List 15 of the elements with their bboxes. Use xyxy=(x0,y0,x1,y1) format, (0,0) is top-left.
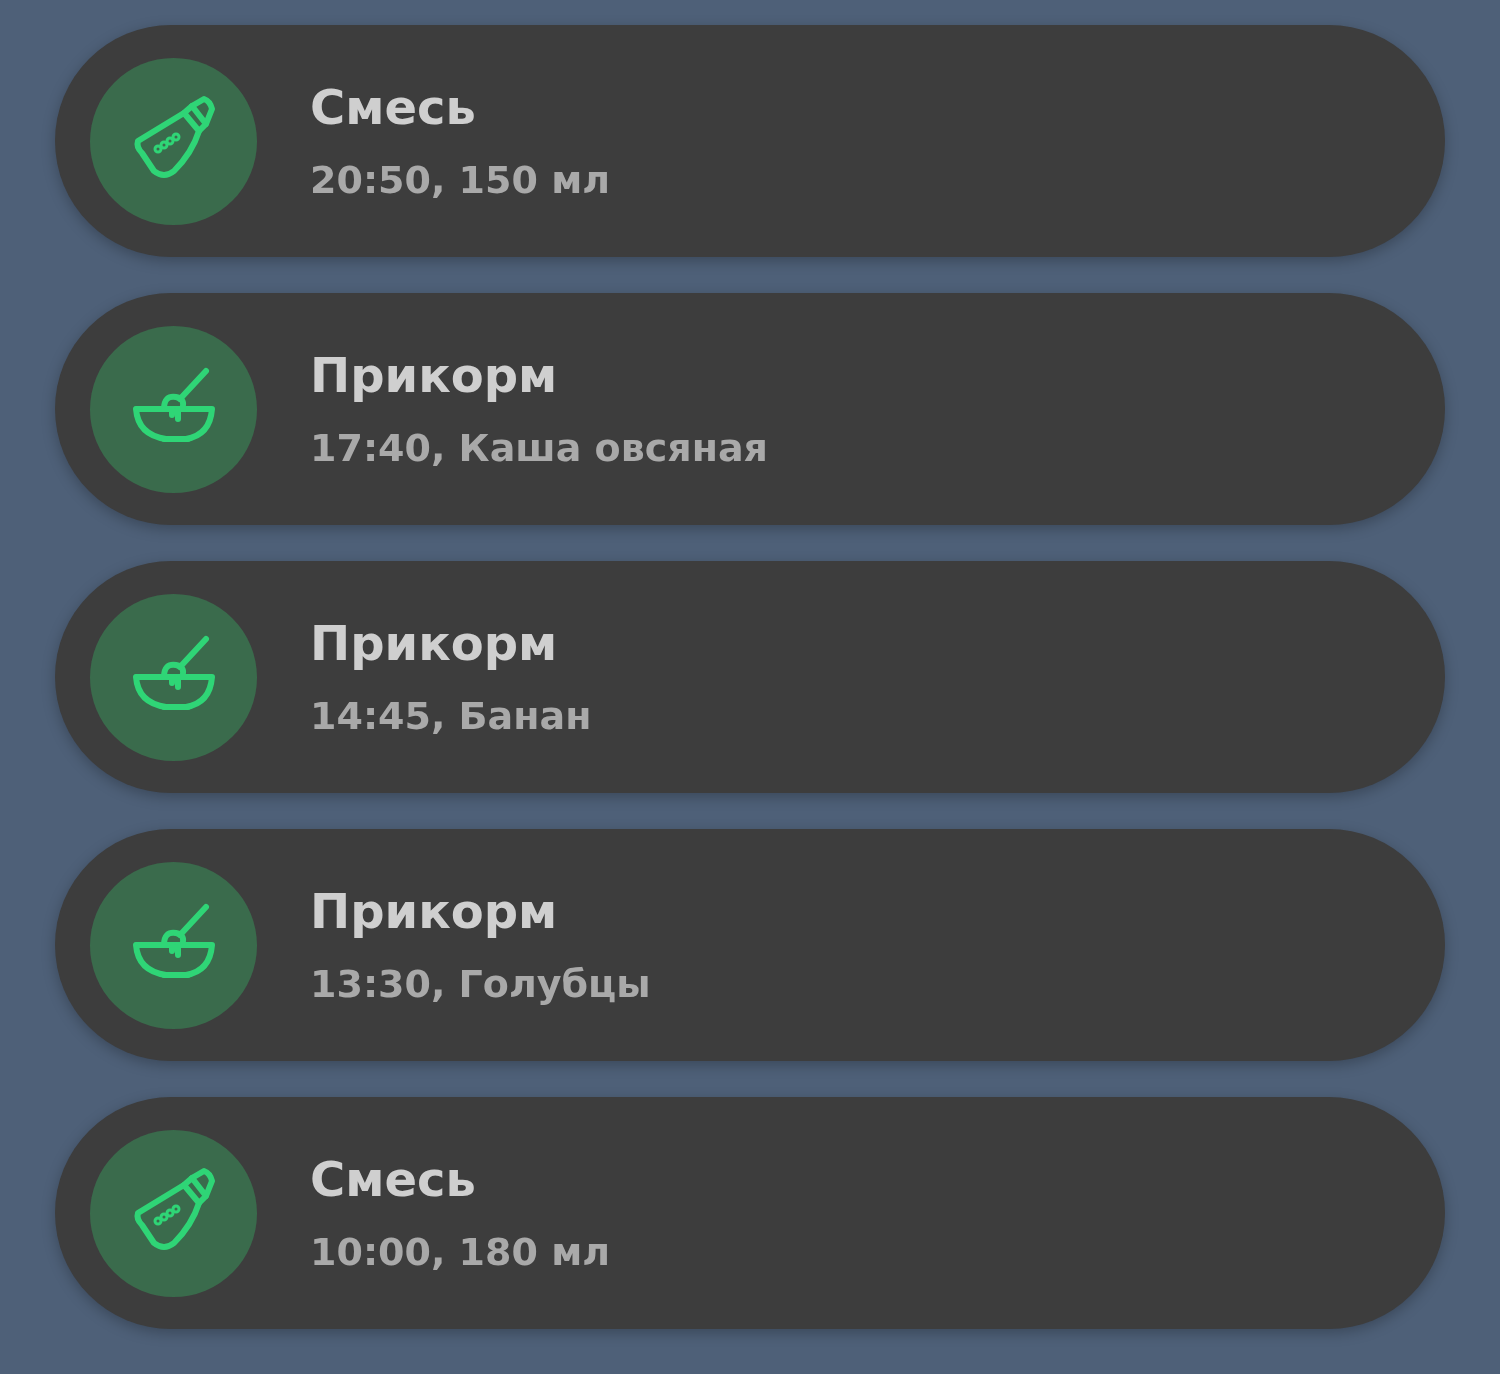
entry-title: Смесь xyxy=(310,79,477,135)
feeding-card[interactable]: Прикорм 17:40, Каша овсяная xyxy=(55,293,1445,525)
entry-details: 20:50, 150 мл xyxy=(310,157,611,203)
entry-title: Прикорм xyxy=(310,883,559,939)
entry-title: Прикорм xyxy=(310,347,559,403)
feeding-card[interactable]: Прикорм 14:45, Банан xyxy=(55,561,1445,793)
entry-title: Смесь xyxy=(310,1151,477,1207)
entry-details: 17:40, Каша овсяная xyxy=(310,425,768,471)
entry-title: Прикорм xyxy=(310,615,559,671)
entry-details: 13:30, Голубцы xyxy=(310,961,651,1007)
entry-details: 14:45, Банан xyxy=(310,693,592,739)
feeding-card[interactable]: Смесь 20:50, 150 мл xyxy=(55,25,1445,257)
feeding-card[interactable]: Смесь 10:00, 180 мл xyxy=(55,1097,1445,1329)
entry-details: 10:00, 180 мл xyxy=(310,1229,611,1275)
feeding-card[interactable]: Прикорм 13:30, Голубцы xyxy=(55,829,1445,1061)
